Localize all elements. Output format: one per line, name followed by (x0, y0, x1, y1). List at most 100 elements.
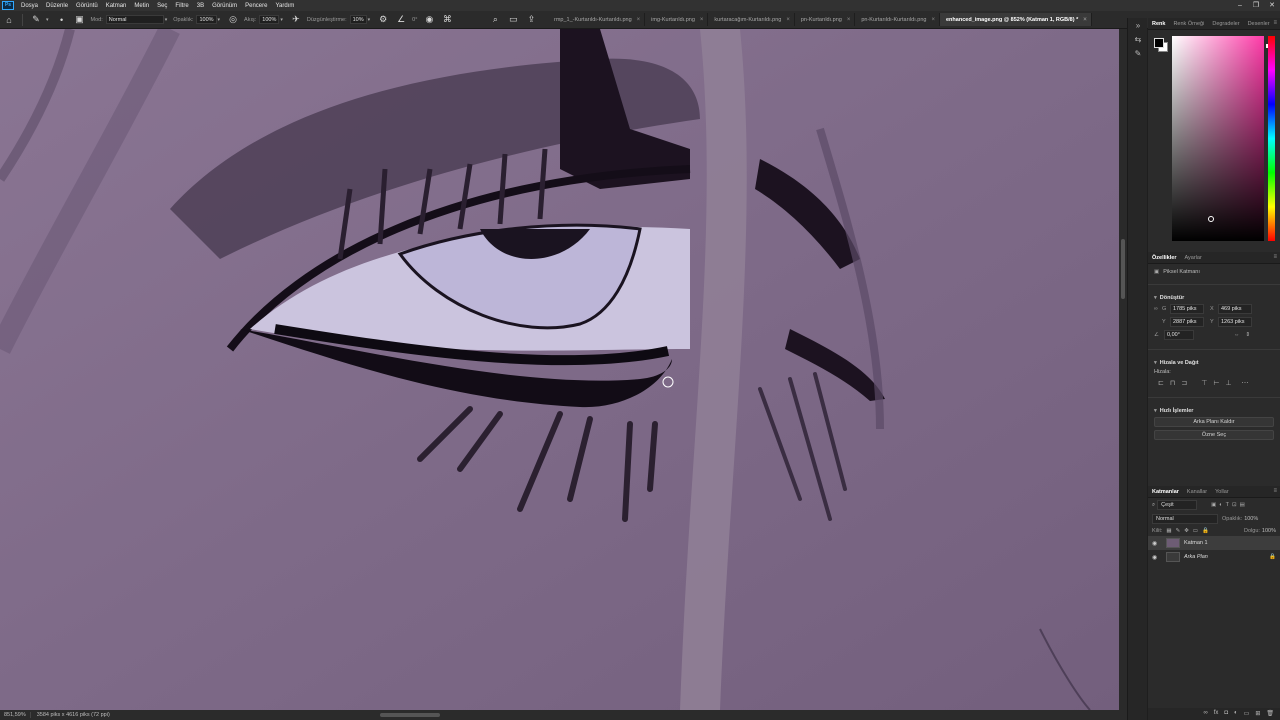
mode-select[interactable]: Normal (105, 15, 164, 24)
chevron-down-icon[interactable]: ▾ (165, 17, 168, 23)
panel-collapse-icon[interactable]: » (1128, 18, 1148, 32)
close-icon[interactable]: × (847, 17, 851, 23)
delete-layer-icon[interactable]: 🗑 (1266, 710, 1274, 718)
quick-actions-title[interactable]: ▾ Hızlı İşlemler (1154, 408, 1274, 414)
layer-row[interactable]: ◉ Katman 1 (1148, 536, 1280, 550)
fill-value[interactable]: 100% (1262, 528, 1276, 534)
angle-value[interactable]: 0,00° (1164, 330, 1194, 340)
document-info[interactable]: 3584 piks x 4616 piks (72 ppi) (31, 712, 116, 718)
align-bottom-icon[interactable]: ⊥ (1225, 379, 1231, 387)
tab-adjustments[interactable]: Ayarlar (1180, 255, 1205, 261)
tab-channels[interactable]: Kanallar (1183, 489, 1211, 495)
tab-gradients[interactable]: Degradeler (1208, 21, 1243, 27)
brush-presets-icon[interactable]: ✎ (1128, 46, 1148, 60)
panel-menu-icon[interactable]: ≡ (1273, 20, 1277, 26)
document-tab-active[interactable]: enhanced_image.png @ 852% (Katman 1, RGB… (940, 13, 1092, 26)
height-field[interactable]: Y 2887 piks (1162, 317, 1206, 327)
tab-paths[interactable]: Yollar (1211, 489, 1233, 495)
menu-help[interactable]: Yardım (271, 3, 298, 9)
minimize-button[interactable]: – (1232, 0, 1248, 11)
layer-name[interactable]: Katman 1 (1184, 540, 1208, 546)
document-tab[interactable]: img-Kurtarıldı.png × (645, 13, 709, 26)
history-icon[interactable]: ⇆ (1128, 32, 1148, 46)
align-right-icon[interactable]: ⊐ (1181, 379, 1187, 387)
color-picker-field[interactable] (1172, 36, 1264, 241)
layer-row[interactable]: ◉ Arka Plan 🔒 (1148, 550, 1280, 564)
menu-edit[interactable]: Düzenle (42, 3, 72, 9)
angle-icon[interactable]: ∠ (394, 13, 408, 27)
hue-slider[interactable] (1268, 36, 1275, 241)
gear-icon[interactable]: ⚙ (376, 13, 390, 27)
y-value[interactable]: 1263 piks (1218, 317, 1252, 327)
pressure-size-icon[interactable]: ◉ (422, 13, 436, 27)
menu-layer[interactable]: Katman (102, 3, 131, 9)
menu-view[interactable]: Görünüm (208, 3, 241, 9)
align-top-icon[interactable]: ⊤ (1201, 379, 1207, 387)
chevron-down-icon[interactable]: ▾ (218, 17, 221, 23)
width-value[interactable]: 1785 piks (1170, 304, 1204, 314)
layer-opacity-value[interactable]: 100% (1244, 516, 1258, 522)
x-value[interactable]: 469 piks (1218, 304, 1252, 314)
workspace-icon[interactable]: ▭ (506, 13, 520, 27)
hue-slider-marker[interactable] (1266, 44, 1268, 48)
home-icon[interactable]: ⌂ (2, 13, 16, 27)
airbrush-icon[interactable]: ✈ (289, 13, 303, 27)
menu-file[interactable]: Dosya (17, 3, 42, 9)
fx-icon[interactable]: fx (1214, 710, 1219, 718)
align-left-icon[interactable]: ⊏ (1158, 379, 1164, 387)
chevron-down-icon[interactable]: ▾ (368, 17, 371, 23)
more-options-icon[interactable]: ⋯ (1242, 379, 1249, 387)
menu-window[interactable]: Pencere (241, 3, 271, 9)
tab-layers[interactable]: Katmanlar (1148, 489, 1183, 495)
search-icon[interactable]: ⌕ (488, 13, 502, 27)
menu-type[interactable]: Metin (130, 3, 153, 9)
foreground-color-swatch[interactable] (1154, 38, 1164, 48)
pressure-opacity-icon[interactable]: ◎ (226, 13, 240, 27)
panel-menu-icon[interactable]: ≡ (1273, 488, 1277, 494)
menu-select[interactable]: Seç (153, 3, 171, 9)
angle-value[interactable]: 0° (412, 17, 417, 23)
chevron-down-icon[interactable]: ▾ (46, 17, 49, 23)
brush-size-icon[interactable]: • (55, 13, 69, 27)
width-field[interactable]: G 1785 piks (1162, 304, 1206, 314)
height-value[interactable]: 2887 piks (1170, 317, 1204, 327)
new-group-icon[interactable]: ▭ (1244, 710, 1250, 718)
horizontal-scrollbar-thumb[interactable] (380, 713, 440, 717)
scrollbar-thumb[interactable] (1121, 239, 1125, 299)
align-center-icon[interactable]: ⊓ (1170, 379, 1175, 387)
layer-filter-select[interactable]: Çeşit (1157, 500, 1198, 510)
symmetry-icon[interactable]: ⌘ (440, 13, 454, 27)
lock-icons[interactable]: ▦✎✥▭🔒 (1166, 528, 1212, 534)
blend-mode-select[interactable]: Normal (1152, 514, 1218, 524)
remove-background-button[interactable]: Arka Planı Kaldır (1154, 417, 1274, 427)
flow-field[interactable]: 100% (259, 15, 280, 24)
filter-icons[interactable]: ▣◐T⊡▤ (1211, 502, 1248, 508)
zoom-level[interactable]: 851,59% (0, 712, 31, 718)
brush-settings-icon[interactable]: ▣ (73, 13, 87, 27)
close-icon[interactable]: × (786, 17, 790, 23)
add-mask-icon[interactable]: ◘ (1224, 710, 1228, 718)
document-tab[interactable]: rmp_1_-Kurtarıldı-Kurtarıldı.png × (548, 13, 646, 26)
document-canvas[interactable] (0, 29, 1119, 710)
transform-title[interactable]: ▾ Dönüştür (1154, 295, 1274, 301)
flip-vertical-icon[interactable]: ⇕ (1246, 332, 1251, 338)
vertical-scrollbar[interactable] (1119, 29, 1127, 710)
eye-icon[interactable]: ◉ (1152, 540, 1162, 547)
color-picker-marker[interactable] (1208, 216, 1214, 222)
close-icon[interactable]: × (700, 17, 704, 23)
close-icon[interactable]: × (637, 17, 641, 23)
layer-name[interactable]: Arka Plan (1184, 554, 1208, 560)
flip-horizontal-icon[interactable]: ⇔ (1234, 332, 1240, 338)
document-tab[interactable]: pn-Kurtarıldı.png × (794, 13, 856, 26)
link-layers-icon[interactable]: ∞ (1203, 710, 1207, 718)
close-window-button[interactable]: ✕ (1264, 0, 1280, 11)
tab-color[interactable]: Renk (1148, 21, 1169, 27)
eye-icon[interactable]: ◉ (1152, 554, 1162, 561)
adjustment-layer-icon[interactable]: ◐ (1234, 710, 1238, 718)
y-field[interactable]: Y 1263 piks (1210, 317, 1254, 327)
brush-icon[interactable]: ✎ (29, 13, 43, 27)
tab-swatches[interactable]: Renk Örneği (1169, 21, 1208, 27)
menu-filter[interactable]: Filtre (171, 3, 192, 9)
x-field[interactable]: X 469 piks (1210, 304, 1254, 314)
align-title[interactable]: ▾ Hizala ve Dağıt (1154, 360, 1274, 366)
